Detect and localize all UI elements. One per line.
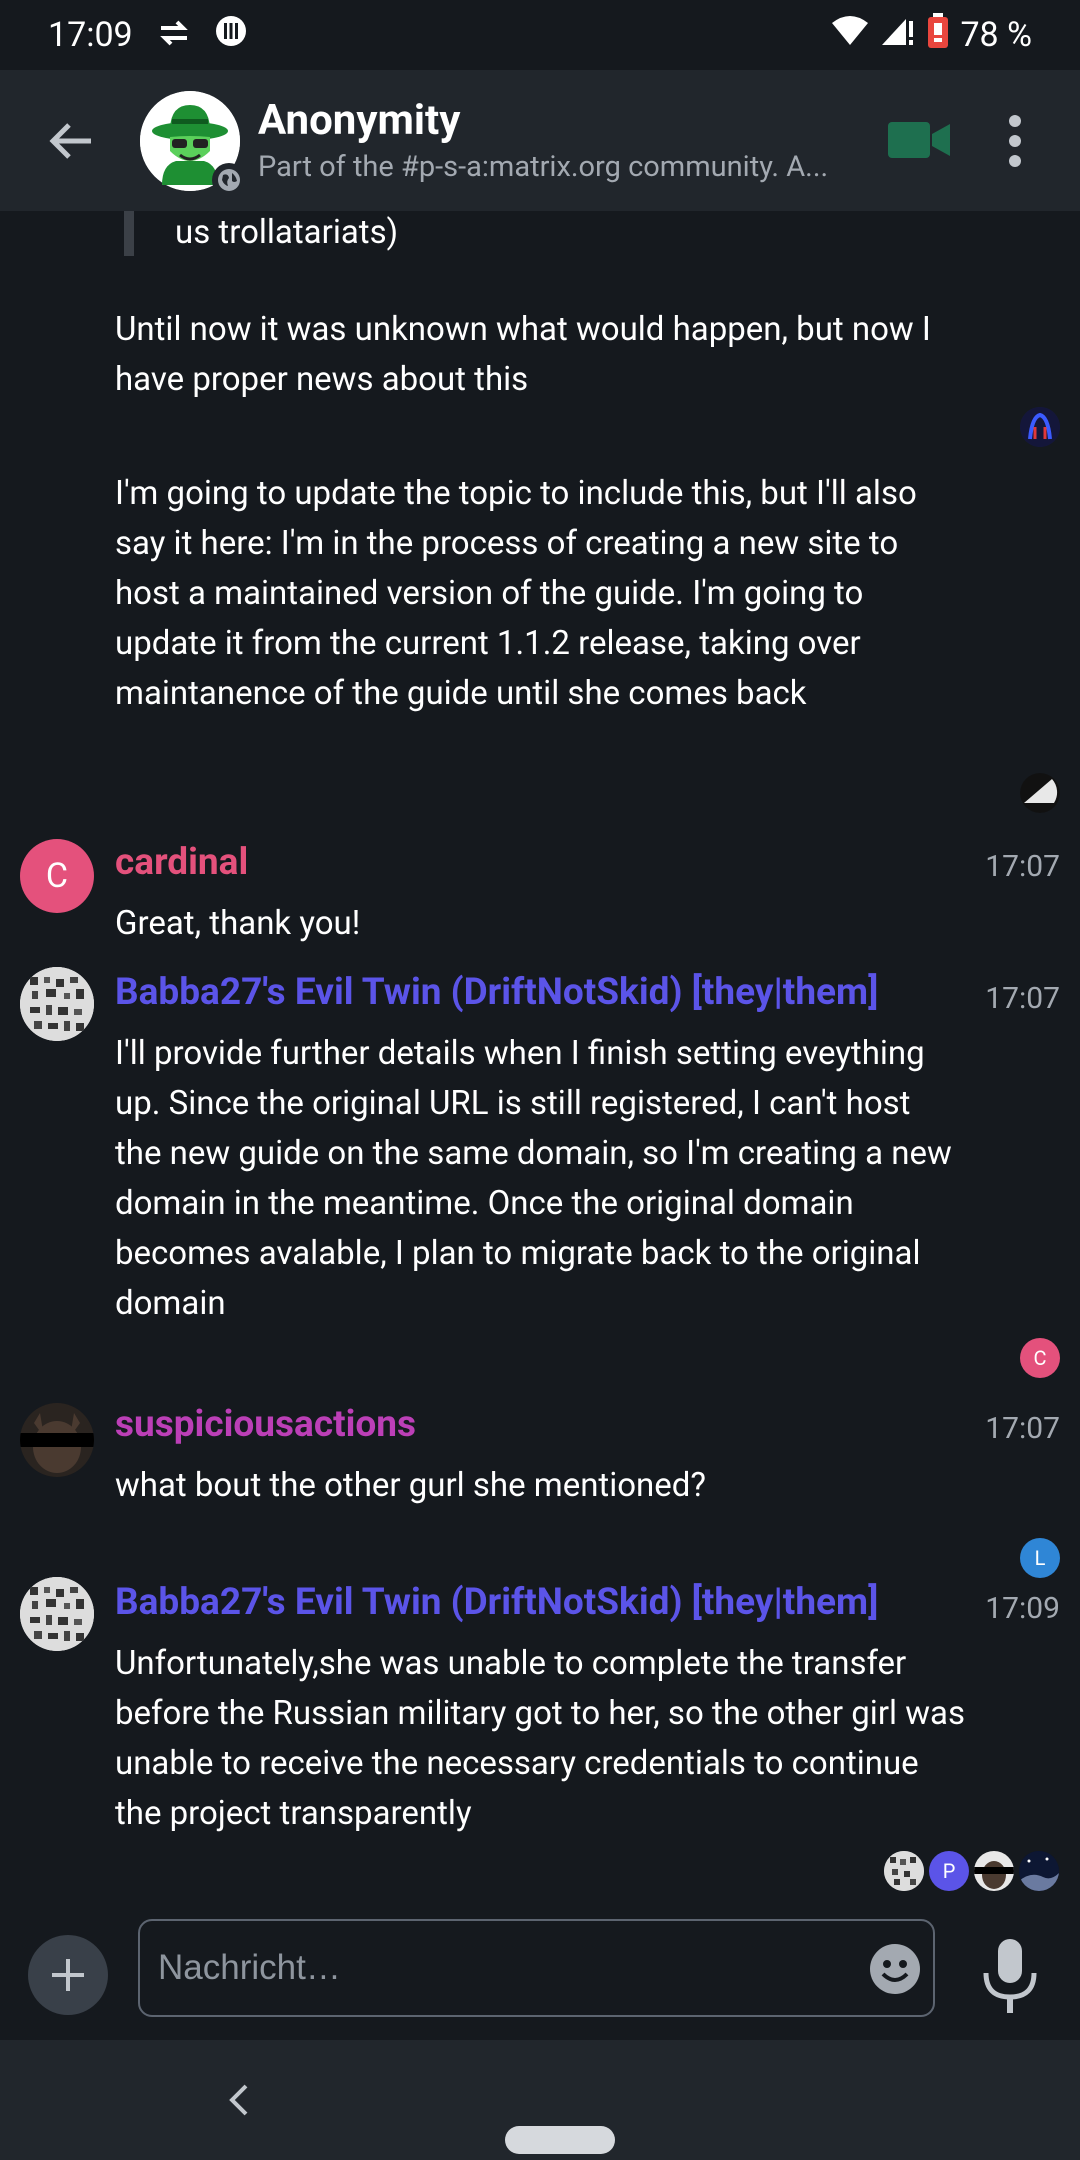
smiley-icon bbox=[870, 1944, 920, 1994]
sender-avatar[interactable]: C bbox=[20, 839, 94, 913]
read-receipt-avatar[interactable]: P bbox=[929, 1851, 969, 1891]
avatar-letter: C bbox=[45, 856, 69, 896]
quoted-text: us trollatariats) bbox=[175, 213, 399, 252]
battery-icon bbox=[926, 12, 950, 58]
read-receipt-avatar[interactable]: C bbox=[1020, 1338, 1060, 1378]
read-receipt-avatar[interactable] bbox=[974, 1851, 1014, 1891]
sender-name[interactable]: cardinal bbox=[115, 841, 815, 884]
battery-percent: 78 % bbox=[960, 15, 1032, 55]
message-input-box[interactable] bbox=[138, 1919, 935, 2017]
app-notification-icon bbox=[215, 15, 247, 56]
status-time: 17:09 bbox=[48, 15, 133, 55]
microphone-icon bbox=[983, 1939, 1037, 2013]
sender-name[interactable]: Babba27's Evil Twin (DriftNotSkid) [they… bbox=[115, 971, 935, 1014]
nav-back-button[interactable] bbox=[224, 2080, 254, 2120]
read-receipt-avatar[interactable]: L bbox=[1020, 1538, 1060, 1578]
message-time: 17:07 bbox=[985, 849, 1060, 884]
message-timeline[interactable]: us trollatariats) Until now it was unkno… bbox=[0, 211, 1080, 1911]
message-text[interactable]: I'm going to update the topic to include… bbox=[115, 469, 965, 719]
read-receipt-avatar[interactable] bbox=[1019, 1851, 1059, 1891]
room-header: Anonymity Part of the #p-s-a:matrix.org … bbox=[0, 70, 1080, 211]
room-avatar[interactable] bbox=[140, 90, 246, 197]
read-receipt-avatar[interactable] bbox=[1020, 407, 1060, 447]
status-bar: 17:09 78 % bbox=[0, 0, 1080, 70]
signal-icon bbox=[880, 15, 916, 56]
video-camera-icon bbox=[888, 122, 950, 158]
voice-message-button[interactable] bbox=[978, 1937, 1042, 2015]
quote-bar bbox=[124, 211, 134, 256]
message-text[interactable]: Unfortunately,she was unable to complete… bbox=[115, 1639, 965, 1839]
data-transfer-icon bbox=[159, 15, 189, 55]
message-time: 17:09 bbox=[985, 1591, 1060, 1626]
message-time: 17:07 bbox=[985, 1411, 1060, 1446]
room-topic[interactable]: Part of the #p-s-a:matrix.org community.… bbox=[258, 147, 848, 187]
read-receipt-avatar[interactable] bbox=[884, 1851, 924, 1891]
sender-avatar[interactable] bbox=[20, 1403, 94, 1477]
sender-avatar[interactable] bbox=[20, 1577, 94, 1651]
room-name: Anonymity bbox=[258, 95, 461, 145]
globe-icon bbox=[212, 162, 246, 197]
message-composer bbox=[0, 1911, 1080, 2040]
message-text[interactable]: Great, thank you! bbox=[115, 899, 965, 949]
attach-button[interactable] bbox=[28, 1935, 108, 2015]
arrow-left-icon bbox=[49, 122, 91, 159]
message-text[interactable]: Until now it was unknown what would happ… bbox=[115, 305, 965, 405]
more-vertical-icon bbox=[1009, 115, 1021, 167]
back-button[interactable] bbox=[0, 70, 140, 211]
sender-name[interactable]: suspiciousactions bbox=[115, 1403, 815, 1446]
wifi-icon bbox=[830, 15, 870, 56]
plus-icon bbox=[52, 1959, 84, 1991]
message-text[interactable]: I'll provide further details when I fini… bbox=[115, 1029, 965, 1329]
system-navigation-bar bbox=[0, 2040, 1080, 2160]
message-input[interactable] bbox=[158, 1948, 798, 1988]
sender-avatar[interactable] bbox=[20, 967, 94, 1041]
read-receipt-avatar[interactable] bbox=[1020, 773, 1060, 813]
receipt-letter: L bbox=[1034, 1546, 1046, 1570]
message-text[interactable]: what bout the other gurl she mentioned? bbox=[115, 1461, 965, 1511]
emoji-button[interactable] bbox=[869, 1943, 921, 1995]
video-call-button[interactable] bbox=[888, 120, 952, 160]
overflow-menu-button[interactable] bbox=[1000, 114, 1030, 168]
message-time: 17:07 bbox=[985, 981, 1060, 1016]
nav-home-pill[interactable] bbox=[505, 2126, 615, 2154]
receipt-letter: P bbox=[942, 1859, 956, 1883]
receipt-letter: C bbox=[1033, 1346, 1047, 1370]
sender-name[interactable]: Babba27's Evil Twin (DriftNotSkid) [they… bbox=[115, 1581, 935, 1624]
chevron-left-icon bbox=[229, 2084, 248, 2116]
